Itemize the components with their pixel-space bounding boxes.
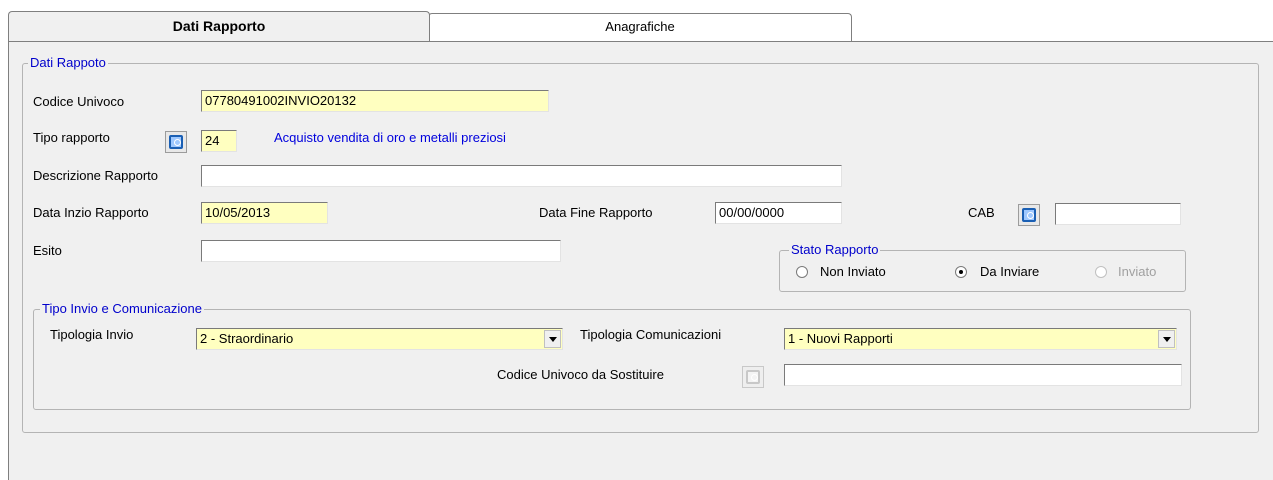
search-lookup-icon: [169, 135, 183, 149]
radio-non-inviato-label[interactable]: Non Inviato: [820, 264, 886, 280]
tipologia-invio-select[interactable]: 2 - Straordinario: [196, 328, 563, 350]
tipo-rapporto-label: Tipo rapporto: [33, 130, 110, 145]
tipo-invio-group-title: Tipo Invio e Comunicazione: [40, 301, 204, 316]
descrizione-rapporto-field[interactable]: [201, 165, 842, 187]
radio-non-inviato[interactable]: [796, 266, 808, 278]
stato-rapporto-title: Stato Rapporto: [789, 242, 881, 257]
radio-da-inviare-label[interactable]: Da Inviare: [980, 264, 1039, 280]
tipologia-invio-value: 2 - Straordinario: [200, 331, 294, 346]
dropdown-arrow-icon[interactable]: [1158, 330, 1175, 348]
codice-univoco-field[interactable]: 07780491002INVIO20132: [201, 90, 549, 112]
data-fine-label: Data Fine Rapporto: [539, 205, 653, 220]
tab-anagrafiche[interactable]: Anagrafiche: [428, 13, 852, 41]
tipo-rapporto-lookup-button[interactable]: [165, 131, 187, 153]
tipologia-comunicazioni-label: Tipologia Comunicazioni: [580, 327, 722, 342]
esito-field[interactable]: [201, 240, 561, 262]
tipologia-comunicazioni-value: 1 - Nuovi Rapporti: [788, 331, 893, 346]
dati-rapporto-group-title: Dati Rappoto: [28, 55, 108, 70]
radio-da-inviare[interactable]: [955, 266, 967, 278]
dropdown-arrow-icon[interactable]: [544, 330, 561, 348]
codice-univoco-label: Codice Univoco: [33, 94, 125, 109]
codice-sostituire-field[interactable]: [784, 364, 1182, 386]
search-lookup-icon: [746, 370, 760, 384]
tipo-invio-group: [33, 309, 1191, 410]
data-inizio-label: Data Inzio Rapporto: [33, 205, 149, 220]
radio-inviato-label: Inviato: [1118, 264, 1157, 279]
data-inizio-field[interactable]: 10/05/2013: [201, 202, 328, 224]
codice-sostituire-lookup-button: [742, 366, 764, 388]
tipo-rapporto-description: Acquisto vendita di oro e metalli prezio…: [274, 130, 506, 145]
cab-label: CAB: [968, 205, 995, 220]
data-fine-field[interactable]: 00/00/0000: [715, 202, 842, 224]
tipologia-invio-label: Tipologia Invio: [50, 327, 134, 342]
esito-label: Esito: [33, 243, 62, 258]
cab-lookup-button[interactable]: [1018, 204, 1040, 226]
tipo-rapporto-field[interactable]: 24: [201, 130, 237, 152]
codice-sostituire-label: Codice Univoco da Sostituire: [497, 367, 664, 382]
descrizione-rapporto-label: Descrizione Rapporto: [33, 168, 159, 183]
search-lookup-icon: [1022, 208, 1036, 222]
tipologia-comunicazioni-select[interactable]: 1 - Nuovi Rapporti: [784, 328, 1177, 350]
tab-dati-rapporto[interactable]: Dati Rapporto: [8, 11, 430, 41]
cab-field[interactable]: [1055, 203, 1181, 225]
radio-inviato: [1095, 266, 1107, 278]
